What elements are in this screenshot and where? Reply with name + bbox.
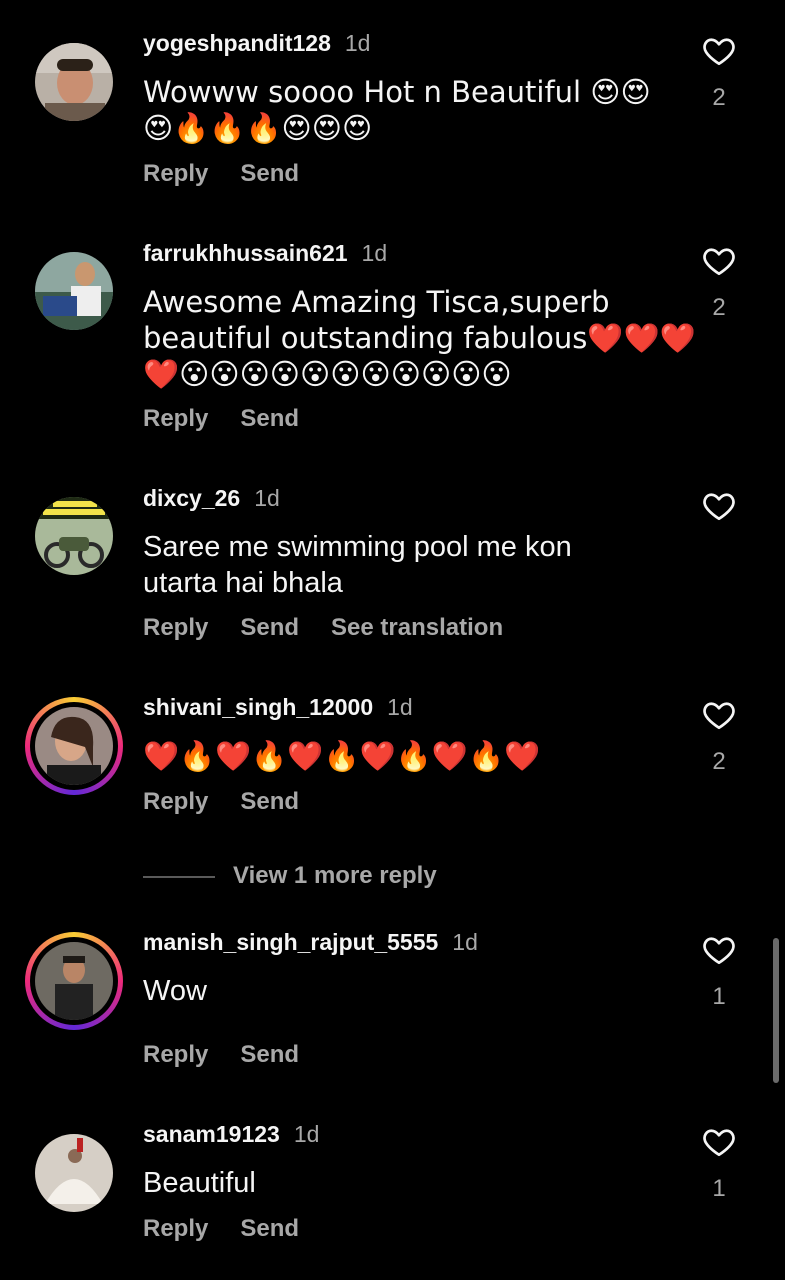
comment-text: ❤️🔥❤️🔥❤️🔥❤️🔥❤️🔥❤️ xyxy=(143,739,541,773)
scrollbar[interactable] xyxy=(773,938,779,1083)
avatar[interactable] xyxy=(35,252,113,330)
comment-actions: Reply Send xyxy=(143,160,331,188)
send-button[interactable]: Send xyxy=(240,788,299,815)
like-count: 2 xyxy=(712,748,726,775)
like-count: 1 xyxy=(712,1175,726,1202)
comment-text: Saree me swimming pool me kon utarta hai… xyxy=(143,531,572,599)
comment-time: 1d xyxy=(452,929,478,955)
comment-actions: Reply Send xyxy=(143,788,331,816)
reply-button[interactable]: Reply xyxy=(143,788,208,815)
view-more-replies-button[interactable]: View 1 more reply xyxy=(143,862,437,890)
reply-button[interactable]: Reply xyxy=(143,160,208,187)
like-count: 2 xyxy=(712,294,726,321)
comment-text: Wowww soooo Hot n Beautiful 😍😍 😍🔥🔥🔥😍😍😍 xyxy=(143,75,651,145)
avatar[interactable] xyxy=(35,1134,113,1212)
comment-text: Awesome Amazing Tisca,superb beautiful o… xyxy=(143,285,696,391)
reply-button[interactable]: Reply xyxy=(143,1041,208,1068)
comment-username[interactable]: yogeshpandit128 1d xyxy=(143,30,370,57)
reply-button[interactable]: Reply xyxy=(143,614,208,641)
heart-icon[interactable] xyxy=(700,1124,738,1160)
heart-icon[interactable] xyxy=(700,33,738,69)
comment-username[interactable]: manish_singh_rajput_5555 1d xyxy=(143,929,478,956)
comment-text: Wow xyxy=(143,975,207,1007)
comment-actions: Reply Send xyxy=(143,405,331,433)
comment-text: Beautiful xyxy=(143,1167,256,1199)
heart-icon[interactable] xyxy=(700,488,738,524)
comment-actions: Reply Send xyxy=(143,1041,331,1069)
divider-line xyxy=(143,875,215,878)
comment-time: 1d xyxy=(344,30,371,56)
like-count: 2 xyxy=(712,84,726,111)
like-count: 1 xyxy=(712,983,726,1010)
avatar[interactable] xyxy=(25,932,123,1030)
comment-time: 1d xyxy=(293,1121,320,1147)
send-button[interactable]: Send xyxy=(240,1041,299,1068)
comment-time: 1d xyxy=(361,240,388,266)
heart-icon[interactable] xyxy=(700,697,738,733)
send-button[interactable]: Send xyxy=(240,405,299,432)
send-button[interactable]: Send xyxy=(240,1215,299,1242)
send-button[interactable]: Send xyxy=(240,614,299,641)
comment-time: 1d xyxy=(387,694,413,720)
comment-actions: Reply Send xyxy=(143,1215,331,1243)
heart-icon[interactable] xyxy=(700,932,738,968)
avatar[interactable] xyxy=(35,43,113,121)
avatar[interactable] xyxy=(25,697,123,795)
reply-button[interactable]: Reply xyxy=(143,405,208,432)
send-button[interactable]: Send xyxy=(240,160,299,187)
avatar[interactable] xyxy=(35,497,113,575)
comment-actions: Reply Send See translation xyxy=(143,614,535,642)
comment-username[interactable]: dixcy_26 1d xyxy=(143,485,280,512)
comment-username[interactable]: farrukhhussain621 1d xyxy=(143,240,387,267)
comment-username[interactable]: shivani_singh_12000 1d xyxy=(143,694,413,721)
see-translation-button[interactable]: See translation xyxy=(331,614,503,641)
comment-time: 1d xyxy=(254,485,280,511)
reply-button[interactable]: Reply xyxy=(143,1215,208,1242)
comment-username[interactable]: sanam19123 1d xyxy=(143,1121,319,1148)
heart-icon[interactable] xyxy=(700,243,738,279)
